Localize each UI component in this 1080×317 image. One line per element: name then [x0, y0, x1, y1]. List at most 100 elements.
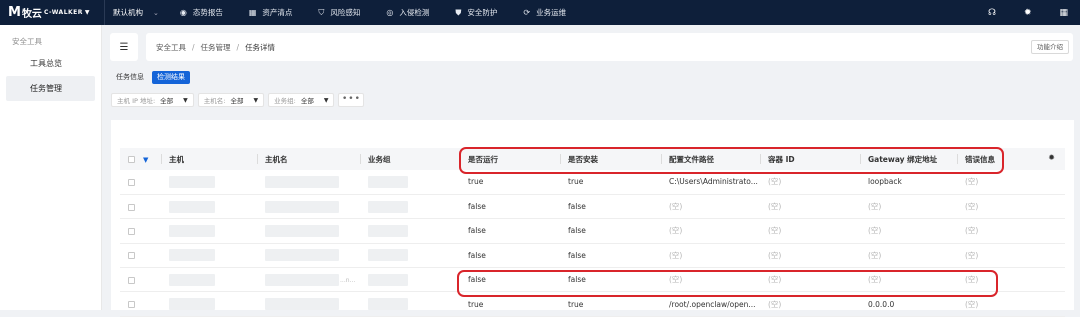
redacted-group — [368, 298, 408, 311]
redacted-hostname — [265, 224, 339, 237]
running-cell: false — [460, 218, 560, 244]
table-row[interactable]: false false (空) (空) (空) (空) — [120, 194, 1065, 220]
filter-label: 业务组: — [274, 97, 296, 105]
installed-cell: false — [560, 267, 661, 293]
feature-intro-button[interactable]: 功能介绍 — [1031, 40, 1069, 54]
redacted-group — [368, 249, 408, 262]
running-cell: false — [460, 194, 560, 220]
nav-label: 风险感知 — [330, 8, 361, 17]
row-select-cell — [120, 170, 161, 195]
row-checkbox[interactable] — [128, 276, 135, 284]
business-group-filter[interactable]: 业务组: 全部 ▼ — [268, 93, 335, 107]
detail-tabs: 任务信息 检测结果 — [111, 71, 193, 84]
select-all-checkbox[interactable] — [128, 156, 135, 163]
host-ip-filter[interactable]: 主机 IP 地址: 全部 ▼ — [111, 93, 194, 107]
apps-grid-icon[interactable]: ▦ — [1059, 8, 1068, 18]
nav-label: 安全防护 — [467, 8, 498, 17]
redacted-hostname — [265, 273, 339, 286]
breadcrumb-item-task-management[interactable]: 任务管理 — [201, 42, 231, 53]
nav-item-intrusion-detection[interactable]: ◎ 入侵检测 — [373, 0, 442, 25]
installed-cell: false — [560, 194, 661, 220]
gateway-cell: (空) — [860, 218, 957, 244]
org-selector[interactable]: 默认机构 ⌄ — [104, 0, 167, 25]
caret-down-icon: ▼ — [183, 96, 188, 104]
table-row[interactable]: true true C:\Users\Administrato... (空) l… — [120, 170, 1065, 195]
hostname-cell — [257, 194, 360, 220]
column-header-gateway: Gateway 绑定地址 — [860, 148, 957, 170]
row-select-cell — [120, 218, 161, 244]
breadcrumb-item-security-tools[interactable]: 安全工具 — [156, 42, 186, 53]
filter-value: 全部 — [230, 97, 244, 105]
config-path-cell: (空) — [661, 218, 760, 244]
redacted-hostname — [265, 175, 339, 188]
logo-mark: M — [8, 5, 21, 20]
menu-collapse-icon: ☰ — [119, 41, 129, 53]
row-checkbox[interactable] — [128, 252, 135, 260]
gear-icon[interactable]: ✹ — [1024, 8, 1032, 18]
container-id-cell: (空) — [760, 243, 860, 269]
row-checkbox[interactable] — [128, 301, 135, 309]
nav-item-ops[interactable]: ⟳ 业务运维 — [510, 0, 579, 25]
redacted-hostname — [265, 249, 339, 262]
sidebar-group-title: 安全工具 — [12, 37, 42, 46]
hostname-filter[interactable]: 主机名: 全部 ▼ — [197, 93, 265, 107]
headset-icon[interactable]: ☊ — [988, 8, 996, 18]
sidebar-item-tool-overview[interactable]: 工具总览 — [6, 51, 95, 76]
column-label: Gateway 绑定地址 — [868, 154, 938, 164]
column-header-hostname: 主机名 — [257, 148, 360, 170]
gear-icon[interactable]: ✹ — [1048, 153, 1055, 162]
config-path-cell: /root/.openclaw/open... — [661, 291, 760, 317]
error-cell: (空) — [957, 267, 1065, 293]
column-header-container-id: 容器 ID — [760, 148, 860, 170]
gateway-cell: (空) — [860, 267, 957, 293]
caret-down-icon: ▼ — [323, 96, 329, 104]
table-row[interactable]: false false (空) (空) (空) (空) — [120, 218, 1065, 244]
column-label: 是否运行 — [468, 154, 498, 164]
redacted-group — [368, 273, 408, 286]
nav-item-asset-inventory[interactable]: ▦ 资产清点 — [236, 0, 306, 25]
row-select-cell — [120, 267, 161, 293]
filter-value: 全部 — [300, 97, 314, 105]
config-path-cell: C:\Users\Administrato... — [661, 170, 760, 195]
host-cell — [161, 291, 257, 317]
tab-task-info[interactable]: 任务信息 — [111, 71, 149, 84]
column-header-config-path: 配置文件路径 — [661, 148, 760, 170]
error-cell: (空) — [957, 218, 1065, 244]
gateway-cell: (空) — [860, 194, 957, 220]
top-navbar: M 牧云 C-WALKER ▼ 默认机构 ⌄ ◉ 态势报告 ▦ 资产清点 ⛉ 风… — [0, 0, 1080, 25]
dashboard-icon: ◉ — [179, 8, 187, 17]
caret-down-icon: ▼ — [84, 9, 90, 16]
row-checkbox[interactable] — [128, 203, 135, 211]
filter-label: 主机名: — [203, 97, 226, 105]
table-row[interactable]: true true /root/.openclaw/open... (空) 0.… — [120, 291, 1065, 317]
host-cell — [161, 267, 257, 293]
row-select-cell — [120, 243, 161, 269]
nav-item-security-protection[interactable]: ⛊ 安全防护 — [442, 0, 510, 25]
filter-value: 全部 — [160, 97, 174, 105]
host-cell — [161, 218, 257, 244]
nav-item-risk-awareness[interactable]: ⛉ 风险感知 — [305, 0, 373, 25]
chevron-down-icon: ⌄ — [153, 8, 159, 17]
top-right-tools: ☊ ✹ ▦ — [960, 0, 1068, 25]
more-filters-button[interactable]: ••• — [338, 93, 365, 107]
filter-bar: 主机 IP 地址: 全部 ▼ 主机名: 全部 ▼ 业务组: 全部 ▼ ••• — [111, 93, 365, 107]
shield-icon: ⛉ — [318, 7, 325, 17]
sync-icon: ⟳ — [523, 8, 531, 17]
sidebar-item-task-management[interactable]: 任务管理 — [6, 76, 95, 101]
row-checkbox[interactable] — [128, 178, 135, 186]
nav-item-situation-report[interactable]: ◉ 态势报告 — [167, 0, 236, 25]
table-row[interactable]: false false (空) (空) (空) (空) — [120, 243, 1065, 269]
business-group-cell — [360, 243, 460, 269]
row-checkbox[interactable] — [128, 227, 135, 235]
caret-down-icon[interactable]: ▼ — [143, 156, 148, 164]
error-cell: (空) — [957, 170, 1065, 195]
column-label: 配置文件路径 — [669, 154, 714, 164]
redacted-group — [368, 224, 408, 237]
tab-detection-results[interactable]: 检测结果 — [152, 71, 190, 84]
error-cell: (空) — [957, 194, 1065, 220]
main-content: ☰ 安全工具 / 任务管理 / 任务详情 功能介绍 任务信息 检测结果 主机 I… — [103, 25, 1080, 317]
table-row[interactable]: ...n... false false (空) (空) (空) (空) — [120, 267, 1065, 293]
container-id-cell: (空) — [760, 291, 860, 317]
sidebar-toggle-button[interactable]: ☰ — [110, 33, 138, 61]
brand-logo[interactable]: M 牧云 C-WALKER ▼ — [0, 0, 104, 25]
